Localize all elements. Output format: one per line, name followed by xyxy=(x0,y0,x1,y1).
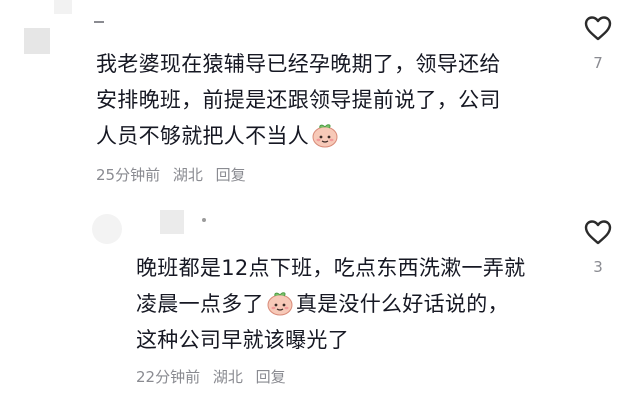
username-dash xyxy=(202,218,206,222)
peach-face-emoji xyxy=(312,124,338,148)
comment-line-text: 凌晨一点多了 xyxy=(136,292,264,316)
username-masked[interactable] xyxy=(54,0,72,14)
reply-button[interactable]: 回复 xyxy=(256,368,286,386)
comment-line: 我老婆现在猿辅导已经孕晚期了，领导还给 xyxy=(96,52,501,76)
avatar[interactable] xyxy=(24,28,50,54)
comment-text: 晚班都是12点下班，吃点东西洗漱一弄就 凌晨一点多了 真是没什么好话说的， 这种… xyxy=(136,250,576,358)
like-count: 3 xyxy=(593,258,603,276)
comment-location: 湖北 xyxy=(172,166,203,184)
heart-outline-icon[interactable] xyxy=(583,218,613,246)
reply-item: 晚班都是12点下班，吃点东西洗漱一弄就 凌晨一点多了 真是没什么好话说的， 这种… xyxy=(0,200,640,404)
comment-line: 晚班都是12点下班，吃点东西洗漱一弄就 xyxy=(136,256,526,280)
comment-line-text: 真是没什么好话说的， xyxy=(295,292,509,316)
comment-text: 我老婆现在猿辅导已经孕晚期了，领导还给 安排晚班，前提是还跟领导提前说了，公司 … xyxy=(96,46,566,154)
reply-button[interactable]: 回复 xyxy=(216,166,246,184)
comment-line: 凌晨一点多了 真是没什么好话说的， xyxy=(136,286,576,322)
comment-meta: 25分钟前 湖北 回复 xyxy=(96,164,254,185)
username-masked[interactable] xyxy=(160,210,184,234)
comment-line-text: 人员不够就把人不当人 xyxy=(96,124,309,148)
like-button[interactable]: 7 xyxy=(582,14,614,72)
comment-line: 人员不够就把人不当人 xyxy=(96,118,566,154)
peach-face-emoji xyxy=(267,292,293,316)
like-button[interactable]: 3 xyxy=(582,218,614,276)
username-dash xyxy=(94,21,104,23)
comment-time: 22分钟前 xyxy=(136,368,201,386)
comment-time: 25分钟前 xyxy=(96,166,161,184)
avatar[interactable] xyxy=(92,214,122,244)
comment-line: 安排晚班，前提是还跟领导提前说了，公司 xyxy=(96,88,501,112)
like-count: 7 xyxy=(593,54,603,72)
comment-line: 这种公司早就该曝光了 xyxy=(136,328,349,352)
comment-meta: 22分钟前 湖北 回复 xyxy=(136,366,294,387)
comment-item: 我老婆现在猿辅导已经孕晚期了，领导还给 安排晚班，前提是还跟领导提前说了，公司 … xyxy=(0,0,640,200)
heart-outline-icon[interactable] xyxy=(583,14,613,42)
comment-location: 湖北 xyxy=(212,368,243,386)
